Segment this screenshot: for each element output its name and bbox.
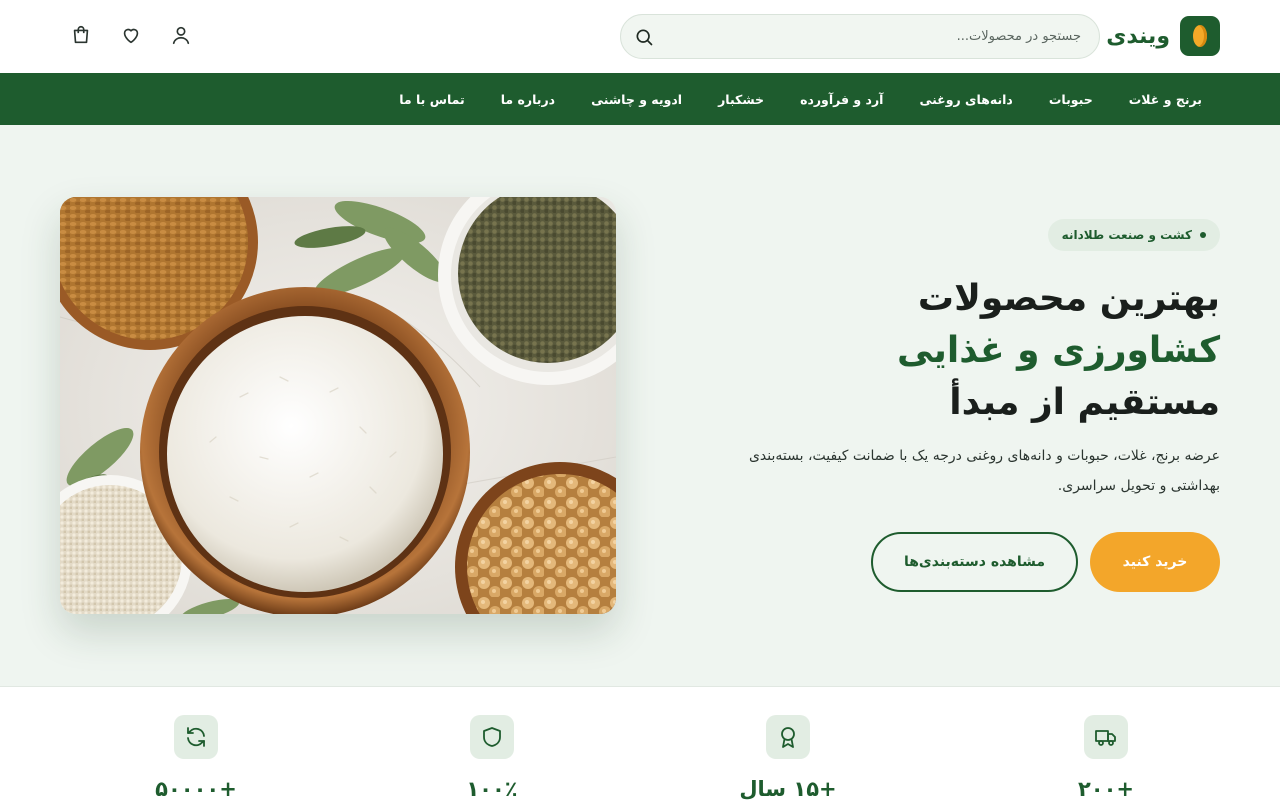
search-button[interactable] [621,14,667,59]
stat-value: +۵۰۰۰۰ [155,777,237,801]
search-input[interactable] [667,15,1099,58]
hero-badge: کشت و صنعت طلادانه [1047,219,1220,251]
stat-value: ۱۰۰٪ [466,777,518,801]
brand-name: ویندی [1106,23,1170,49]
heart-icon [123,28,139,44]
nav-item[interactable]: ادویه و چاشنی [573,92,700,107]
shield-icon [483,727,501,747]
nav-item[interactable]: خشکبار [700,92,782,107]
hero-title-line2: کشاورزی و غذایی [896,330,1220,371]
cart-button[interactable] [68,22,94,48]
stat-icon-box [766,715,810,759]
logo-mark-icon [1180,16,1220,56]
truck-icon [1095,730,1116,746]
hero-description: عرضه برنج، غلات، حبوبات و دانه‌های روغنی… [748,448,1220,494]
header-actions [68,22,194,48]
stat-item: +۵۰۰۰۰ [136,715,256,801]
stat-value: +۲۰۰ [1077,777,1135,801]
stat-item: ۱۰۰٪ [432,715,552,801]
nav-item[interactable]: حبوبات [1031,92,1111,107]
stats-section: +۲۰۰ +۱۵ سال ۱۰۰٪ +۵۰۰۰۰ [0,688,1280,801]
view-categories-button[interactable]: مشاهده دسته‌بندی‌ها [871,532,1078,592]
badge-dot-icon [1200,232,1206,238]
refresh-icon [187,727,205,747]
cart-icon [73,25,89,44]
wishlist-button[interactable] [118,22,144,48]
account-button[interactable] [168,22,194,48]
site-header: ویندی [0,0,1280,73]
stat-value: +۱۵ سال [739,777,837,801]
nav-item[interactable]: آرد و فرآورده [782,92,901,107]
nav-item[interactable]: تماس با ما [381,92,483,107]
main-nav: برنج و غلات حبوبات دانه‌های روغنی آرد و فرآ… [0,73,1280,125]
search-bar [620,14,1100,59]
user-icon [172,26,190,45]
search-icon [636,29,653,45]
nav-list: برنج و غلات حبوبات دانه‌های روغنی آرد و فرآ… [381,73,1220,125]
shop-button[interactable]: خرید کنید [1090,532,1220,592]
stat-icon-box [470,715,514,759]
nav-item[interactable]: درباره ما [483,92,573,107]
hero-badge-text: کشت و صنعت طلادانه [1061,228,1192,242]
award-icon [781,727,795,748]
hero-image [60,197,616,614]
hero-section: کشت و صنعت طلادانه بهترین محصولات کشاورز… [0,125,1280,687]
hero-title-line1: بهترین محصولات [917,278,1220,319]
nav-item[interactable]: برنج و غلات [1111,92,1220,107]
hero-title: بهترین محصولات کشاورزی و غذایی مستقیم از… [897,273,1220,429]
stat-item: +۱۵ سال [728,715,848,801]
stat-item: +۲۰۰ [1046,715,1166,801]
nav-item[interactable]: دانه‌های روغنی [901,92,1030,107]
hero-title-line3: مستقیم از مبدأ [949,382,1220,423]
stat-icon-box [174,715,218,759]
stat-icon-box [1084,715,1128,759]
logo[interactable]: ویندی [1106,16,1220,56]
